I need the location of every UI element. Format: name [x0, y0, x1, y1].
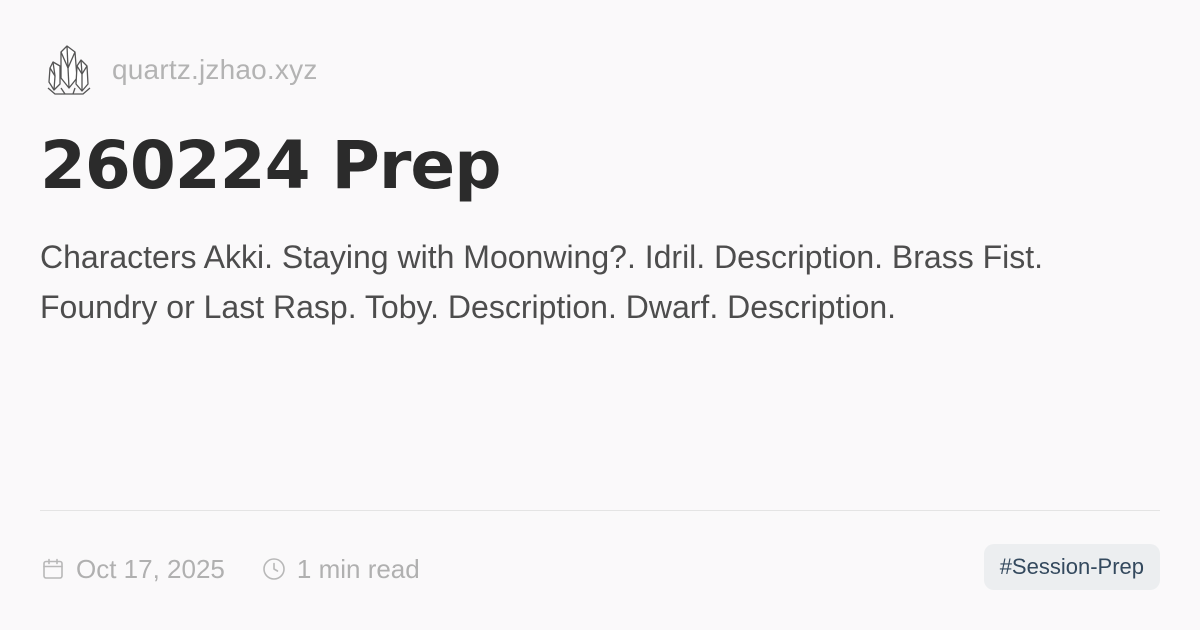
clock-icon [261, 556, 287, 582]
page-title: 260224 Prep [40, 127, 501, 204]
publish-date-text: Oct 17, 2025 [76, 553, 225, 584]
footer-divider [40, 510, 1160, 511]
tag-session-prep[interactable]: #Session-Prep [983, 544, 1160, 590]
publish-date: Oct 17, 2025 [40, 554, 225, 585]
page-description: Characters Akki. Staying with Moonwing?.… [40, 239, 1044, 325]
calendar-icon [40, 556, 66, 582]
site-header: quartz.jzhao.xyz [40, 40, 318, 100]
og-card: quartz.jzhao.xyz 260224 Prep Characters … [0, 0, 1200, 630]
reading-time: 1 min read [261, 554, 420, 585]
crystal-logo-icon [40, 41, 98, 99]
reading-time-text: 1 min read [296, 553, 420, 584]
site-name: quartz.jzhao.xyz [112, 54, 318, 85]
page-meta: Oct 17, 2025 1 min read [40, 546, 456, 592]
